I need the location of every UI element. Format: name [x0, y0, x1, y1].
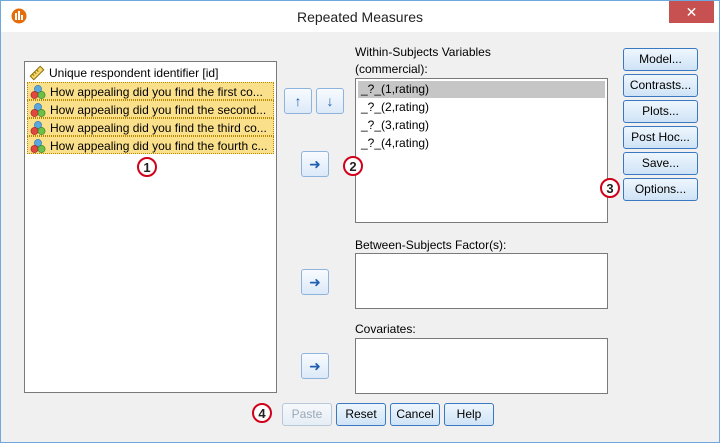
variable-label: How appealing did you find the first co.… — [50, 85, 263, 99]
variable-label: How appealing did you find the third co.… — [50, 121, 267, 135]
within-list-item[interactable]: _?_(4,rating) — [358, 135, 605, 152]
move-to-between-button[interactable]: ➜ — [301, 269, 329, 295]
paste-button[interactable]: Paste — [282, 403, 332, 426]
variable-list-item[interactable]: How appealing did you find the first co.… — [27, 82, 274, 100]
ordinal-icon — [30, 120, 46, 135]
title-bar: Repeated Measures ✕ — [1, 1, 719, 32]
model-button[interactable]: Model... — [623, 48, 698, 71]
within-label-line1: Within-Subjects Variables — [355, 45, 491, 59]
annotation-badge-3: 3 — [600, 178, 620, 198]
window-title: Repeated Measures — [296, 9, 424, 25]
between-label: Between-Subjects Factor(s): — [355, 238, 507, 252]
within-subjects-list[interactable]: _?_(1,rating) _?_(2,rating) _?_(3,rating) _… — [355, 78, 608, 223]
arrow-up-icon: ↑ — [294, 93, 302, 109]
move-to-covariates-button[interactable]: ➜ — [301, 353, 329, 379]
annotation-badge-4: 4 — [252, 403, 272, 423]
ruler-icon — [29, 65, 45, 81]
reset-button[interactable]: Reset — [336, 403, 386, 426]
between-subjects-list[interactable] — [355, 253, 608, 309]
help-button[interactable]: Help — [444, 403, 494, 426]
annotation-badge-2: 2 — [343, 156, 363, 176]
within-label-line2: (commercial): — [355, 62, 428, 76]
save-button[interactable]: Save... — [623, 152, 698, 175]
variable-label: How appealing did you find the second... — [50, 103, 267, 117]
source-variable-list[interactable]: Unique respondent identifier [id] How app… — [24, 61, 277, 393]
within-list-item[interactable]: _?_(1,rating) — [358, 81, 605, 98]
cancel-button[interactable]: Cancel — [390, 403, 440, 426]
move-to-within-button[interactable]: ➜ — [301, 151, 329, 177]
variable-list-item[interactable]: Unique respondent identifier [id] — [27, 64, 274, 82]
arrow-right-icon: ➜ — [309, 156, 321, 172]
options-button[interactable]: Options... — [623, 178, 698, 201]
contrasts-button[interactable]: Contrasts... — [623, 74, 698, 97]
ordinal-icon — [30, 102, 46, 117]
close-icon: ✕ — [685, 4, 698, 20]
ordinal-icon — [30, 84, 46, 99]
close-button[interactable]: ✕ — [669, 1, 714, 23]
variable-list-item[interactable]: How appealing did you find the third co.… — [27, 118, 274, 136]
variable-list-item[interactable]: How appealing did you find the second... — [27, 100, 274, 118]
move-down-button[interactable]: ↓ — [316, 88, 344, 114]
within-list-item[interactable]: _?_(3,rating) — [358, 117, 605, 134]
variable-list-item[interactable]: How appealing did you find the fourth c.… — [27, 136, 274, 154]
covariates-label: Covariates: — [355, 322, 416, 336]
arrow-right-icon: ➜ — [309, 358, 321, 374]
ordinal-icon — [30, 138, 46, 153]
covariates-list[interactable] — [355, 338, 608, 394]
arrow-down-icon: ↓ — [326, 93, 334, 109]
within-list-item[interactable]: _?_(2,rating) — [358, 99, 605, 116]
variable-label: How appealing did you find the fourth c.… — [50, 139, 268, 153]
annotation-badge-1: 1 — [137, 157, 157, 177]
dialog-window: Repeated Measures ✕ Unique respondent id… — [0, 0, 720, 443]
variable-label: Unique respondent identifier [id] — [49, 66, 219, 80]
arrow-right-icon: ➜ — [309, 274, 321, 290]
post-hoc-button[interactable]: Post Hoc... — [623, 126, 698, 149]
plots-button[interactable]: Plots... — [623, 100, 698, 123]
move-up-button[interactable]: ↑ — [284, 88, 312, 114]
